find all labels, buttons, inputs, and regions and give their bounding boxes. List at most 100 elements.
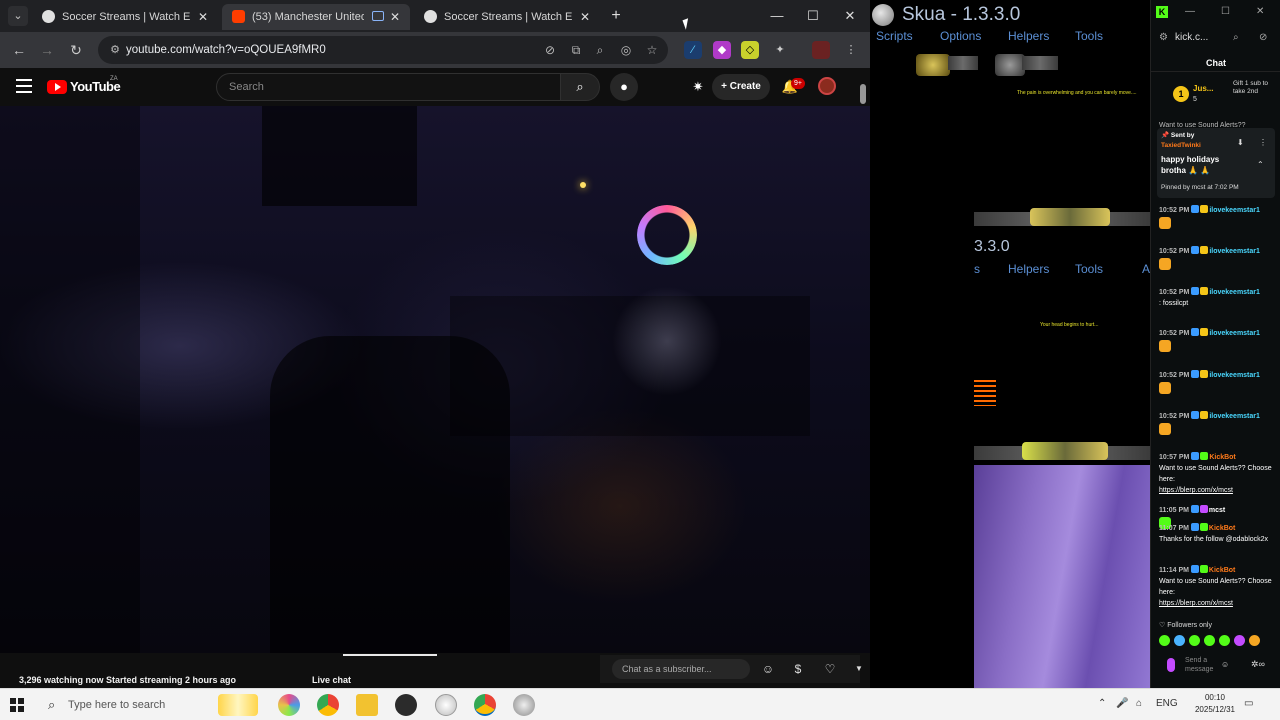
sparkle-icon[interactable]: ✷	[688, 77, 708, 97]
emote-icon[interactable]	[1249, 635, 1260, 646]
message-username[interactable]: ilovekeemstar1	[1209, 330, 1260, 337]
back-button[interactable]: ←	[9, 40, 29, 60]
skua-app-icon[interactable]	[435, 694, 457, 716]
emote-icon[interactable]	[1204, 635, 1215, 646]
extension-icon-1[interactable]: ⁄	[684, 41, 702, 59]
game-view-1[interactable]: The pain is overwhelming and you can bar…	[870, 46, 1150, 232]
pin-icon[interactable]: ⬇	[1237, 138, 1244, 147]
chat-message[interactable]: 11:14 PM KickBot Want to use Sound Alerts…	[1159, 565, 1279, 609]
settings-icon[interactable]: ✲∞	[1251, 659, 1265, 670]
search-button[interactable]: ⌕	[560, 73, 600, 101]
menu-tools[interactable]: Tools	[1075, 29, 1103, 43]
close-window-button[interactable]: ✕	[835, 5, 865, 27]
game-view-2[interactable]: Your head begins to hurt...	[974, 280, 1150, 460]
search-input[interactable]: Search	[216, 73, 561, 101]
chat-message[interactable]: 10:52 PM ilovekeemstar1	[1159, 370, 1279, 394]
message-link[interactable]: https://blerp.com/x/mcst	[1159, 598, 1279, 609]
video-player[interactable]	[0, 106, 974, 653]
tab-soccer-streams-1[interactable]: Soccer Streams | Watch EPL Onl ✕	[32, 4, 218, 30]
file-explorer-icon[interactable]	[356, 694, 378, 716]
message-username[interactable]: ilovekeemstar1	[1209, 207, 1260, 214]
chrome-icon[interactable]	[317, 694, 339, 716]
message-username[interactable]: ilovekeemstar1	[1209, 413, 1260, 420]
message-username[interactable]: KickBot	[1209, 567, 1235, 574]
maximize-button[interactable]: ☐	[1221, 6, 1230, 17]
avatar[interactable]	[818, 77, 836, 95]
pinned-message[interactable]: 📌 Sent by TaxiedTwinki happy holidays br…	[1157, 128, 1275, 198]
emoji-icon[interactable]: ☺	[758, 659, 778, 679]
more-icon[interactable]: ⋮	[1259, 138, 1267, 147]
chrome-icon-active[interactable]	[474, 694, 496, 716]
chat-message[interactable]: 10:52 PM ilovekeemstar1	[1159, 411, 1279, 435]
emote-icon[interactable]	[1219, 635, 1230, 646]
message-username[interactable]: ilovekeemstar1	[1209, 372, 1260, 379]
site-settings-icon[interactable]: ⚙	[1159, 32, 1168, 43]
minimize-button[interactable]: —	[762, 5, 792, 27]
message-username[interactable]: ilovekeemstar1	[1209, 289, 1260, 296]
chat-message[interactable]: 10:52 PM ilovekeemstar1	[1159, 205, 1279, 229]
emote-icon[interactable]	[1189, 635, 1200, 646]
skua-app-icon-2[interactable]	[513, 694, 535, 716]
taskbar-search[interactable]: ⌕ Type here to search	[40, 692, 208, 718]
site-info-icon[interactable]: ⚙	[108, 43, 122, 57]
eye-off-icon[interactable]: ⊘	[1259, 32, 1267, 43]
puzzle-icon[interactable]: ✦	[771, 41, 789, 59]
minimize-button[interactable]: —	[1185, 6, 1195, 17]
chat-message[interactable]: 10:57 PM KickBot Want to use Sound Alerts…	[1159, 452, 1279, 496]
heart-icon[interactable]: ♡	[820, 659, 840, 679]
close-icon[interactable]: ✕	[196, 4, 210, 30]
notification-icon[interactable]: ▭	[1244, 698, 1253, 709]
menu-helpers[interactable]: Helpers	[1008, 29, 1049, 43]
install-app-icon[interactable]: ⧉	[568, 42, 584, 58]
message-username[interactable]: mcst	[1209, 507, 1225, 514]
message-username[interactable]: KickBot	[1209, 454, 1235, 461]
menu-scripts-2[interactable]: s	[974, 262, 980, 276]
collapse-icon[interactable]: ⌃	[1257, 160, 1264, 169]
windows-start-icon[interactable]	[10, 698, 24, 712]
clock[interactable]: 00:10 2025/12/31	[1190, 692, 1240, 716]
extension-icon-2[interactable]: ◆	[713, 41, 731, 59]
emote-icon[interactable]	[1159, 635, 1170, 646]
create-button[interactable]: + Create	[712, 74, 770, 100]
scrollbar-thumb[interactable]	[860, 84, 866, 104]
microphone-icon[interactable]: ●	[610, 73, 638, 101]
emoji-icon[interactable]: ☺	[1221, 660, 1229, 669]
more-menu-icon[interactable]: ⋮	[842, 41, 860, 59]
chat-message[interactable]: 10:52 PM ilovekeemstar1: fossilcpt	[1159, 287, 1279, 309]
message-username[interactable]: KickBot	[1209, 525, 1235, 532]
forward-button[interactable]: →	[37, 40, 57, 60]
reload-button[interactable]: ↻	[66, 40, 86, 60]
bookmark-star-icon[interactable]: ☆	[644, 42, 660, 58]
send-message-input[interactable]: Send a message	[1185, 656, 1223, 674]
search-icon[interactable]: ⌕	[1233, 32, 1239, 43]
profile-avatar[interactable]	[812, 41, 830, 59]
address-bar[interactable]: ⚙ youtube.com/watch?v=oQOUEA9fMR0 ⊘ ⧉ ⌕ …	[98, 36, 668, 64]
zoom-icon[interactable]: ⌕	[592, 42, 608, 58]
close-icon[interactable]: ✕	[388, 4, 402, 30]
emote-icon[interactable]	[1234, 635, 1245, 646]
copilot-icon[interactable]	[278, 694, 300, 716]
microphone-icon[interactable]: 🎤	[1116, 698, 1128, 709]
menu-scripts[interactable]: Scripts	[876, 29, 913, 43]
tab-youtube-manchester-united[interactable]: (53) Manchester United vs ✕	[222, 4, 410, 30]
menu-icon[interactable]	[16, 79, 32, 93]
tray-chevron-icon[interactable]: ⌃	[1098, 698, 1106, 709]
new-tab-button[interactable]: +	[606, 5, 626, 27]
menu-a-2[interactable]: A	[1142, 262, 1150, 276]
eye-off-icon[interactable]: ⊘	[542, 42, 558, 58]
close-window-button[interactable]: ✕	[1256, 6, 1264, 17]
extension-icon-3[interactable]: ◇	[741, 41, 759, 59]
chat-message[interactable]: 11:07 PM KickBot Thanks for the follow @o…	[1159, 523, 1279, 545]
gift-leaderboard[interactable]: 1 Jus... 5 Gift 1 sub to take 2nd	[1151, 78, 1280, 114]
chat-message[interactable]: 10:52 PM ilovekeemstar1	[1159, 328, 1279, 352]
network-icon[interactable]: ⌂	[1136, 698, 1142, 709]
chat-input[interactable]: Chat as a subscriber...	[612, 659, 750, 679]
menu-options[interactable]: Options	[940, 29, 981, 43]
scroll-down-icon[interactable]: ▼	[854, 659, 864, 679]
youtube-logo-icon[interactable]	[47, 80, 67, 94]
emote-icon[interactable]	[1174, 635, 1185, 646]
super-chat-icon[interactable]: $	[788, 659, 808, 679]
search-highlight-icon[interactable]	[218, 694, 258, 716]
maximize-button[interactable]: ☐	[798, 5, 828, 27]
message-username[interactable]: ilovekeemstar1	[1209, 248, 1260, 255]
